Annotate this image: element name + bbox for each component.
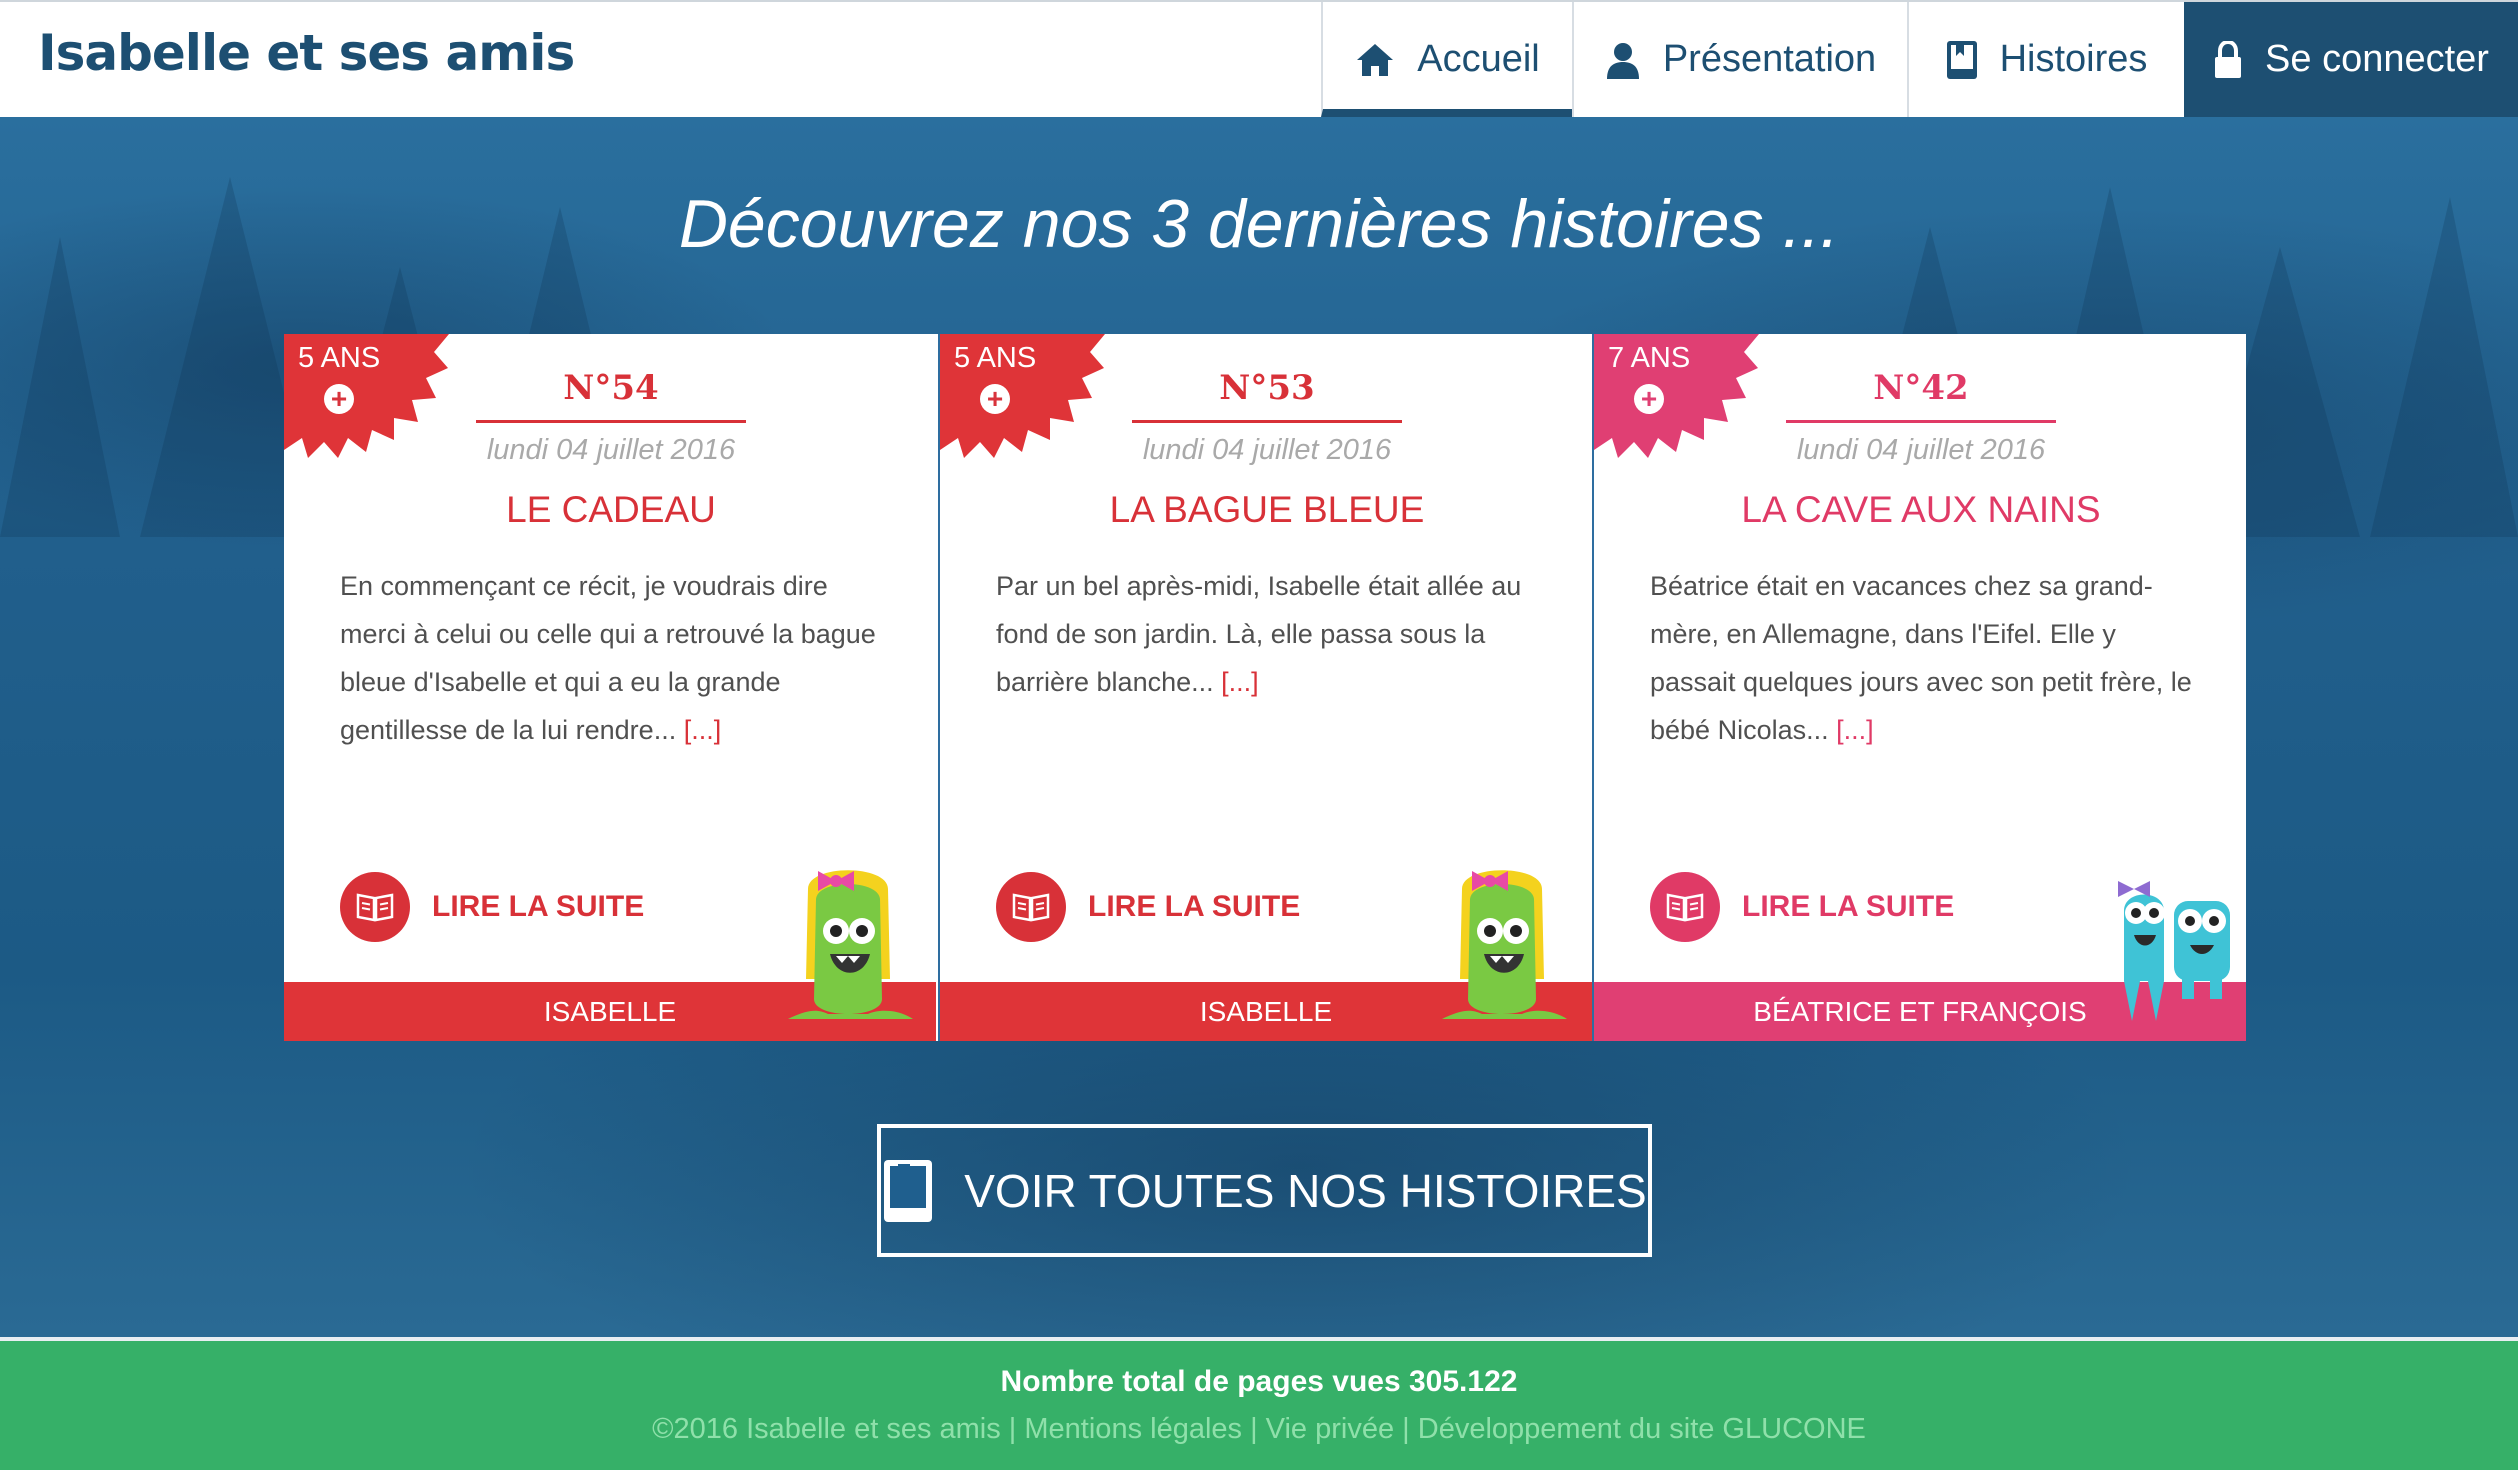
site-header: Isabelle et ses amis Accueil Présentatio… <box>0 0 2518 117</box>
site-footer: Nombre total de pages vues 305.122 ©2016… <box>0 1337 2518 1470</box>
nav-item-accueil[interactable]: Accueil <box>1321 2 1572 117</box>
read-more-label: LIRE LA SUITE <box>432 890 645 923</box>
nav-item-presentation[interactable]: Présentation <box>1572 2 1907 117</box>
read-more-label: LIRE LA SUITE <box>1742 890 1955 923</box>
story-card[interactable]: 5 ANS + N°53 lundi 04 juillet 2016 LA BA… <box>938 334 1592 1041</box>
open-book-icon <box>340 872 410 942</box>
user-icon <box>1606 42 1639 79</box>
site-logo[interactable]: Isabelle et ses amis <box>38 24 575 82</box>
more-link[interactable]: [...] <box>1221 667 1259 697</box>
nav-label: Accueil <box>1417 38 1540 80</box>
story-excerpt: Par un bel après-midi, Isabelle était al… <box>996 562 1551 706</box>
story-cards: 5 ANS + N°54 lundi 04 juillet 2016 LE CA… <box>284 334 2246 1041</box>
open-book-icon <box>1650 872 1720 942</box>
book-icon <box>884 1159 933 1222</box>
story-title[interactable]: LA BAGUE BLEUE <box>940 489 1594 531</box>
read-more-button[interactable]: LIRE LA SUITE <box>1650 872 1954 942</box>
excerpt-text: Béatrice était en vacances chez sa grand… <box>1650 571 2192 745</box>
read-more-button[interactable]: LIRE LA SUITE <box>996 872 1300 942</box>
page-views-counter: Nombre total de pages vues 305.122 <box>1000 1365 1518 1398</box>
home-icon <box>1357 43 1394 76</box>
divider <box>1132 420 1402 423</box>
divider <box>1786 420 2056 423</box>
read-more-button[interactable]: LIRE LA SUITE <box>340 872 644 942</box>
more-link[interactable]: [...] <box>684 715 722 745</box>
read-more-label: LIRE LA SUITE <box>1088 890 1301 923</box>
footer-links[interactable]: ©2016 Isabelle et ses amis | Mentions lé… <box>0 1413 2518 1446</box>
beatrice-francois-mascot-icon <box>2118 881 2230 1021</box>
main-nav: Accueil Présentation Histoires Se connec… <box>1321 2 2518 117</box>
story-card[interactable]: 7 ANS + N°42 lundi 04 juillet 2016 LA CA… <box>1592 334 2246 1041</box>
page-headline: Découvrez nos 3 dernières histoires ... <box>678 186 1840 262</box>
story-excerpt: En commençant ce récit, je voudrais dire… <box>340 562 895 754</box>
nav-item-histoires[interactable]: Histoires <box>1907 2 2184 117</box>
nav-label: Se connecter <box>2265 38 2489 80</box>
nav-label: Histoires <box>1999 38 2148 80</box>
excerpt-text: Par un bel après-midi, Isabelle était al… <box>996 571 1522 697</box>
story-number: N°54 <box>563 368 659 408</box>
nav-label: Présentation <box>1662 38 1877 80</box>
story-title[interactable]: LE CADEAU <box>284 489 938 531</box>
book-icon <box>1946 40 1977 79</box>
open-book-icon <box>996 872 1066 942</box>
lock-icon <box>2215 40 2242 78</box>
all-stories-label: VOIR TOUTES NOS HISTOIRES <box>964 1164 1647 1217</box>
story-title[interactable]: LA CAVE AUX NAINS <box>1594 489 2248 531</box>
story-card[interactable]: 5 ANS + N°54 lundi 04 juillet 2016 LE CA… <box>284 334 938 1041</box>
more-link[interactable]: [...] <box>1836 715 1874 745</box>
story-date: lundi 04 juillet 2016 <box>1796 434 2046 466</box>
nav-item-login[interactable]: Se connecter <box>2184 2 2518 117</box>
story-number: N°53 <box>1219 368 1315 408</box>
story-number: N°42 <box>1873 368 1969 408</box>
excerpt-text: En commençant ce récit, je voudrais dire… <box>340 571 876 745</box>
story-date: lundi 04 juillet 2016 <box>486 434 736 466</box>
all-stories-button[interactable]: VOIR TOUTES NOS HISTOIRES <box>877 1124 1652 1257</box>
story-excerpt: Béatrice était en vacances chez sa grand… <box>1650 562 2205 754</box>
divider <box>476 420 746 423</box>
isabelle-mascot-icon <box>1442 870 1567 1019</box>
isabelle-mascot-icon <box>788 870 913 1019</box>
story-date: lundi 04 juillet 2016 <box>1142 434 1392 466</box>
